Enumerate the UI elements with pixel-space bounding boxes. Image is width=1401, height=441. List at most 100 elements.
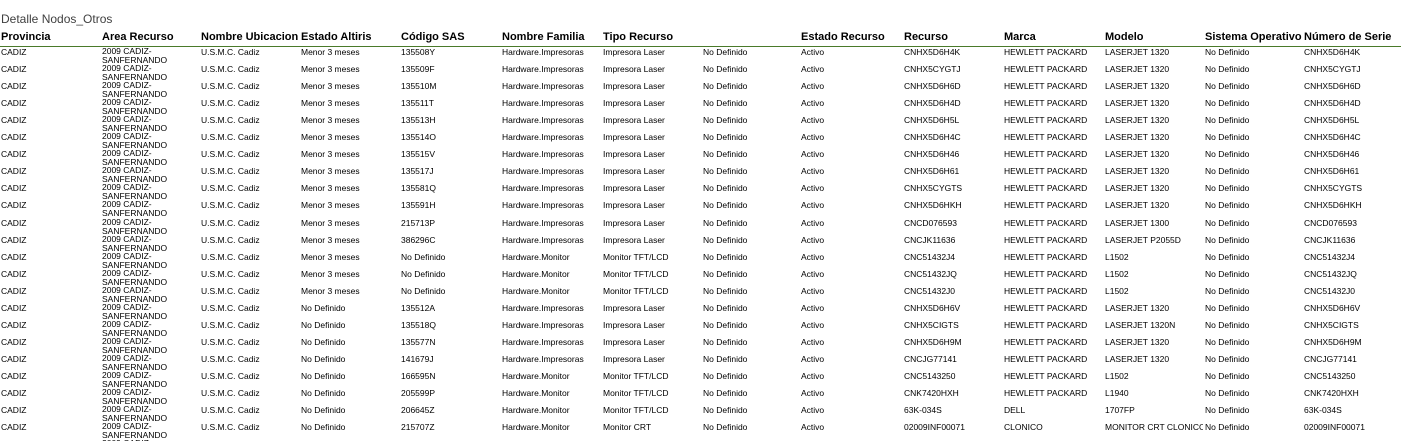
cell-sistema-operativo: No Definido [1205, 149, 1250, 159]
table-row[interactable]: CADIZ 2009 CADIZ-SANFERNANDO U.S.M.C. Cadi… [0, 303, 1401, 320]
cell-nombre-ubicacion: U.S.M.C. Cadiz [201, 47, 260, 57]
table-row[interactable]: CADIZ 2009 CADIZ-SANFERNANDO U.S.M.C. Cadi… [0, 98, 1401, 115]
table-row[interactable]: CADIZ 2009 CADIZ-SANFERNANDO U.S.M.C. Cadi… [0, 269, 1401, 286]
col-header-tipo-recurso[interactable]: Tipo Recurso [603, 30, 700, 45]
cell-tipo-recurso: Impresora Laser [603, 337, 665, 347]
cell-marca: HEWLETT PACKARD [1004, 98, 1088, 108]
table-row[interactable]: CADIZ 2009 CADIZ-SANFERNANDO U.S.M.C. Cadi… [0, 200, 1401, 217]
cell-modelo: LASERJET 1320 [1105, 149, 1170, 159]
cell-estado-altiris: No Definido [301, 405, 346, 415]
table-row[interactable]: CADIZ 2009 CADIZ-SANFERNANDO U.S.M.C. Cadi… [0, 64, 1401, 81]
cell-area-recurso: 2009 CADIZ-SANFERNANDO [102, 422, 168, 439]
cell-recurso: CNHX5D6H6V [904, 303, 961, 313]
cell-estado-recurso: Activo [801, 115, 825, 125]
cell-marca: HEWLETT PACKARD [1004, 200, 1088, 210]
cell-codigo-sas: 205599P [401, 388, 436, 398]
cell-codigo-sas: 215713P [401, 218, 436, 228]
cell-unnamed: No Definido [703, 269, 748, 279]
table-row[interactable]: CADIZ 2009 CADIZ-SANFERNANDO U.S.M.C. Cadi… [0, 47, 1401, 64]
cell-provincia: CADIZ [1, 269, 27, 279]
col-header-codigo-sas[interactable]: Código SAS [401, 30, 498, 45]
col-header-sistema-operativo[interactable]: Sistema Operativo [1205, 30, 1302, 45]
cell-estado-recurso: Activo [801, 98, 825, 108]
table-row[interactable]: CADIZ 2009 CADIZ-SANFERNANDO U.S.M.C. Cadi… [0, 235, 1401, 252]
table-row[interactable]: CADIZ 2009 CADIZ-SANFERNANDO U.S.M.C. Cadi… [0, 371, 1401, 388]
table-row[interactable]: CADIZ 2009 CADIZ-SANFERNANDO U.S.M.C. Cadi… [0, 166, 1401, 183]
col-header-numero-serie[interactable]: Número de Serie [1304, 30, 1401, 45]
cell-tipo-recurso: Monitor TFT/LCD [603, 388, 669, 398]
table-row[interactable]: CADIZ 2009 CADIZ-SANFERNANDO U.S.M.C. Cadi… [0, 115, 1401, 132]
cell-codigo-sas: 135518Q [401, 320, 436, 330]
cell-codigo-sas: 206645Z [401, 405, 435, 415]
cell-tipo-recurso: Monitor CRT [603, 422, 652, 432]
cell-modelo: LASERJET P2055D [1105, 235, 1181, 245]
cell-modelo: LASERJET 1300 [1105, 218, 1170, 228]
cell-tipo-recurso: Impresora Laser [603, 166, 665, 176]
cell-unnamed: No Definido [703, 98, 748, 108]
col-header-area-recurso[interactable]: Area Recurso [102, 30, 198, 45]
cell-recurso: CNC5143250 [904, 371, 956, 381]
table-row[interactable]: CADIZ 2009 CADIZ-SANFERNANDO U.S.M.C. Cadi… [0, 183, 1401, 200]
cell-area-recurso: 2009 CADIZ-SANFERNANDO [102, 149, 168, 166]
table-row[interactable]: CADIZ 2009 CADIZ-SANFERNANDO U.S.M.C. Cadi… [0, 422, 1401, 439]
col-header-estado-altiris[interactable]: Estado Altiris [301, 30, 398, 45]
table-row[interactable]: CADIZ 2009 CADIZ-SANFERNANDO U.S.M.C. Cadi… [0, 252, 1401, 269]
cell-codigo-sas: 141679J [401, 354, 434, 364]
col-header-provincia[interactable]: Provincia [1, 30, 99, 45]
table-row[interactable]: CADIZ 2009 CADIZ-SANFERNANDO U.S.M.C. Cadi… [0, 388, 1401, 405]
cell-provincia: CADIZ [1, 286, 27, 296]
cell-provincia: CADIZ [1, 218, 27, 228]
table-row[interactable]: CADIZ 2009 CADIZ-SANFERNANDO U.S.M.C. Cadi… [0, 81, 1401, 98]
cell-estado-altiris: Menor 3 meses [301, 64, 360, 74]
cell-unnamed: No Definido [703, 149, 748, 159]
cell-provincia: CADIZ [1, 252, 27, 262]
cell-estado-recurso: Activo [801, 183, 825, 193]
table-row[interactable]: CADIZ 2009 CADIZ-SANFERNANDO U.S.M.C. Cadi… [0, 132, 1401, 149]
cell-nombre-familia: Hardware.Monitor [502, 269, 570, 279]
cell-provincia: CADIZ [1, 303, 27, 313]
table-row[interactable]: CADIZ 2009 CADIZ-SANFERNANDO U.S.M.C. Cadi… [0, 337, 1401, 354]
table-row[interactable]: CADIZ 2009 CADIZ-SANFERNANDO U.S.M.C. Cadi… [0, 320, 1401, 337]
cell-marca: CLONICO [1004, 422, 1043, 432]
cell-modelo: LASERJET 1320 [1105, 47, 1170, 57]
cell-marca: HEWLETT PACKARD [1004, 388, 1088, 398]
table-row[interactable]: CADIZ 2009 CADIZ-SANFERNANDO U.S.M.C. Cadi… [0, 354, 1401, 371]
col-header-estado-recurso[interactable]: Estado Recurso [801, 30, 901, 45]
col-header-marca[interactable]: Marca [1004, 30, 1102, 45]
cell-modelo: LASERJET 1320 [1105, 115, 1170, 125]
cell-codigo-sas: 135515V [401, 149, 436, 159]
cell-nombre-ubicacion: U.S.M.C. Cadiz [201, 354, 260, 364]
cell-area-recurso: 2009 CADIZ-SANFERNANDO [102, 320, 168, 337]
cell-unnamed: No Definido [703, 200, 748, 210]
col-header-nombre-ubicacion[interactable]: Nombre Ubicacion [201, 30, 299, 45]
table-row[interactable]: CADIZ 2009 CADIZ-SANFERNANDO U.S.M.C. Cadi… [0, 149, 1401, 166]
table-row[interactable]: CADIZ 2009 CADIZ-SANFERNANDO U.S.M.C. Cadi… [0, 218, 1401, 235]
cell-estado-altiris: No Definido [301, 422, 346, 432]
cell-provincia: CADIZ [1, 354, 27, 364]
cell-nombre-familia: Hardware.Monitor [502, 422, 570, 432]
table-row[interactable]: CADIZ 2009 CADIZ-SANFERNANDO U.S.M.C. Cadi… [0, 405, 1401, 422]
cell-estado-recurso: Activo [801, 286, 825, 296]
cell-numero-serie: CNHX5D6H6D [1304, 81, 1361, 91]
cell-numero-serie: CNHX5D6H6V [1304, 303, 1361, 313]
col-header-modelo[interactable]: Modelo [1105, 30, 1203, 45]
cell-recurso: CNK7420HXH [904, 388, 959, 398]
cell-area-recurso: 2009 CADIZ-SANFERNANDO [102, 388, 168, 405]
cell-nombre-ubicacion: U.S.M.C. Cadiz [201, 235, 260, 245]
cell-tipo-recurso: Impresora Laser [603, 132, 665, 142]
cell-estado-altiris: Menor 3 meses [301, 286, 360, 296]
table-row[interactable]: CADIZ 2009 CADIZ-SANFERNANDO U.S.M.C. Cadi… [0, 286, 1401, 303]
col-header-nombre-familia[interactable]: Nombre Familia [502, 30, 599, 45]
cell-estado-altiris: Menor 3 meses [301, 81, 360, 91]
cell-estado-recurso: Activo [801, 200, 825, 210]
cell-numero-serie: CNHX5D6H4K [1304, 47, 1361, 57]
cell-unnamed: No Definido [703, 252, 748, 262]
cell-numero-serie: CNHX5CYGTS [1304, 183, 1363, 193]
cell-nombre-ubicacion: U.S.M.C. Cadiz [201, 252, 260, 262]
cell-recurso: CNCJK11636 [904, 235, 956, 245]
cell-numero-serie: CNC5143250 [1304, 371, 1356, 381]
col-header-unnamed[interactable] [703, 30, 798, 45]
col-header-recurso[interactable]: Recurso [904, 30, 1001, 45]
cell-provincia: CADIZ [1, 81, 27, 91]
cell-codigo-sas: 135514O [401, 132, 436, 142]
